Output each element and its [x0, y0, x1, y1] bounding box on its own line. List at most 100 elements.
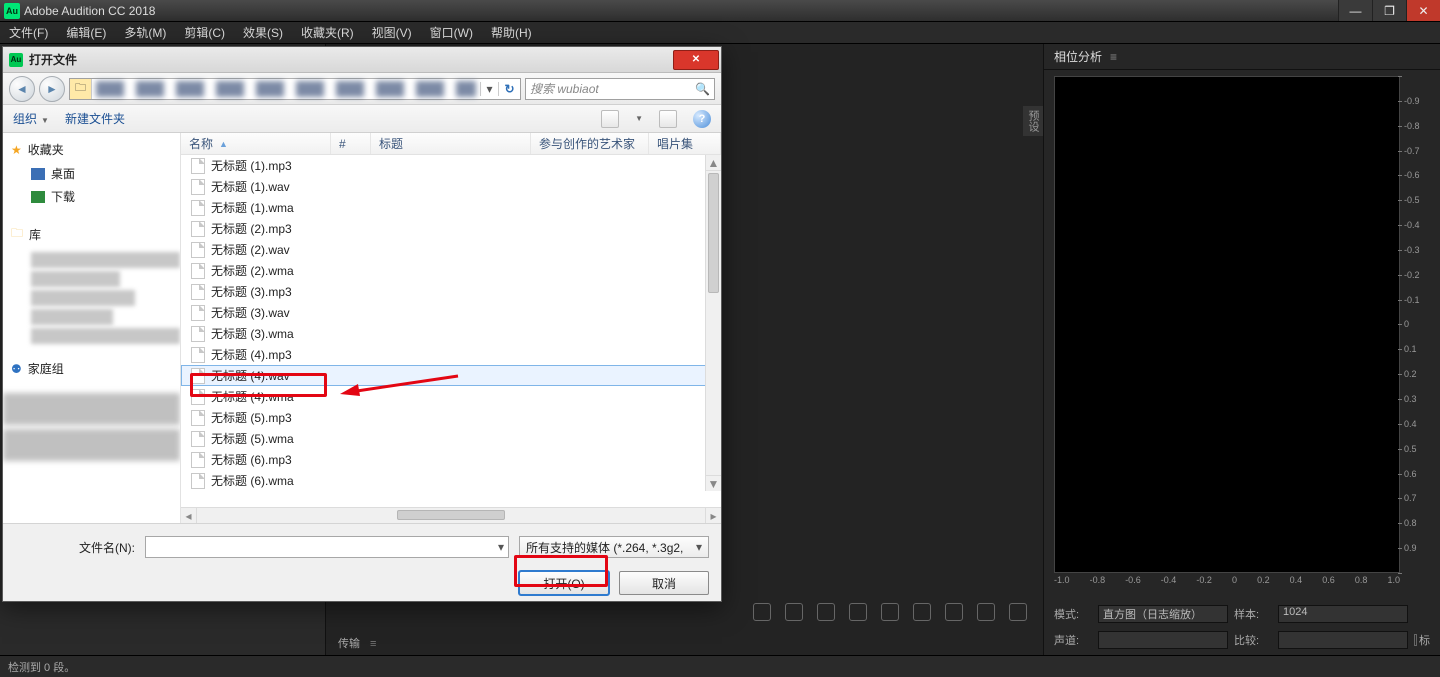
scroll-up-icon[interactable]: ▲	[706, 155, 721, 171]
zoom-tool-icon[interactable]	[1009, 603, 1027, 621]
phase-analysis-panel: 相位分析 ≡ -0.9-0.8-0.7-0.6-0.5-0.4-0.3-0.2-…	[1043, 44, 1440, 655]
scroll-left-icon[interactable]: ◂	[181, 508, 197, 523]
zoom-tool-icon[interactable]	[753, 603, 771, 621]
scroll-down-icon[interactable]: ▼	[706, 475, 721, 491]
menu-help[interactable]: 帮助(H)	[482, 22, 541, 43]
menu-view[interactable]: 视图(V)	[363, 22, 421, 43]
col-artist[interactable]: 参与创作的艺术家	[531, 133, 649, 154]
view-mode-button[interactable]	[601, 110, 619, 128]
nav-homegroup[interactable]: 家庭组	[28, 360, 64, 377]
file-row[interactable]: 无标题 (6).wma	[181, 470, 721, 491]
refresh-button[interactable]: ↻	[498, 82, 520, 96]
zoom-tool-icon[interactable]	[785, 603, 803, 621]
file-row[interactable]: 无标题 (2).mp3	[181, 218, 721, 239]
phase-panel-title: 相位分析	[1054, 48, 1102, 65]
mode-select[interactable]: 直方图（日志缩放）	[1098, 605, 1228, 623]
download-icon	[31, 191, 45, 203]
address-dropdown-icon[interactable]: ▾	[480, 82, 498, 96]
organize-menu[interactable]: 组织▼	[13, 110, 49, 127]
scroll-thumb[interactable]	[397, 510, 505, 520]
file-name: 无标题 (1).wma	[211, 199, 294, 216]
file-row[interactable]: 无标题 (3).wav	[181, 302, 721, 323]
file-row[interactable]: 无标题 (4).mp3	[181, 344, 721, 365]
col-name[interactable]: 名称▲	[181, 133, 331, 154]
zoom-tool-icon[interactable]	[977, 603, 995, 621]
zoom-tool-icon[interactable]	[945, 603, 963, 621]
col-album[interactable]: 唱片集	[649, 133, 721, 154]
nav-libraries[interactable]: 库	[29, 226, 41, 243]
menu-edit[interactable]: 编辑(E)	[57, 22, 115, 43]
preview-pane-button[interactable]	[659, 110, 677, 128]
channel-label: 声道:	[1054, 632, 1092, 648]
presets-tab[interactable]: 预设	[1023, 106, 1043, 136]
document-icon	[191, 326, 205, 342]
nav-back-button[interactable]: ◄	[9, 76, 35, 102]
hamburger-icon[interactable]: ≡	[370, 638, 377, 650]
scroll-right-icon[interactable]: ▸	[705, 508, 721, 523]
file-row[interactable]: 无标题 (4).wma	[181, 386, 721, 407]
document-icon	[191, 284, 205, 300]
app-icon: Au	[4, 3, 20, 19]
zoom-tool-icon[interactable]	[817, 603, 835, 621]
cancel-button[interactable]: 取消	[619, 571, 709, 595]
filename-input[interactable]: ▾	[145, 536, 509, 558]
help-icon[interactable]: ?	[693, 110, 711, 128]
dialog-title: 打开文件	[29, 51, 673, 68]
dropdown-icon[interactable]: ▾	[498, 540, 504, 554]
file-row[interactable]: 无标题 (1).wav	[181, 176, 721, 197]
mark-checkbox[interactable]	[1414, 634, 1417, 646]
document-icon	[191, 305, 205, 321]
open-button[interactable]: 打开(O)	[519, 571, 609, 595]
search-icon[interactable]: 🔍	[695, 82, 710, 96]
file-name: 无标题 (5).wma	[211, 430, 294, 447]
zoom-tool-icon[interactable]	[913, 603, 931, 621]
sample-select[interactable]: 1024	[1278, 605, 1408, 623]
file-name: 无标题 (2).wav	[211, 241, 290, 258]
file-row[interactable]: 无标题 (3).mp3	[181, 281, 721, 302]
close-button[interactable]: ✕	[1406, 0, 1440, 21]
file-name: 无标题 (3).wma	[211, 325, 294, 342]
file-row[interactable]: 无标题 (2).wav	[181, 239, 721, 260]
menu-effects[interactable]: 效果(S)	[234, 22, 292, 43]
folder-icon: 🗀	[70, 79, 92, 99]
menu-clip[interactable]: 剪辑(C)	[175, 22, 234, 43]
file-row[interactable]: 无标题 (2).wma	[181, 260, 721, 281]
dropdown-icon[interactable]: ▾	[696, 540, 702, 554]
menu-multitrack[interactable]: 多轨(M)	[115, 22, 175, 43]
minimize-button[interactable]: —	[1338, 0, 1372, 21]
file-row[interactable]: 无标题 (1).mp3	[181, 155, 721, 176]
file-name: 无标题 (4).wma	[211, 388, 294, 405]
channel-select[interactable]	[1098, 631, 1228, 649]
filename-label: 文件名(N):	[15, 539, 135, 556]
hamburger-icon[interactable]: ≡	[1110, 50, 1118, 64]
file-name: 无标题 (5).mp3	[211, 409, 292, 426]
horizontal-scrollbar[interactable]: ◂ ▸	[181, 507, 721, 523]
vertical-scrollbar[interactable]: ▲ ▼	[705, 155, 721, 491]
file-row[interactable]: 无标题 (6).mp3	[181, 449, 721, 470]
col-number[interactable]: #	[331, 133, 371, 154]
file-row[interactable]: 无标题 (5).mp3	[181, 407, 721, 428]
nav-favorites[interactable]: 收藏夹	[28, 141, 64, 158]
zoom-tool-icon[interactable]	[849, 603, 867, 621]
dialog-close-button[interactable]: ✕	[673, 50, 719, 70]
search-input[interactable]: 搜索 wubiaot 🔍	[525, 78, 715, 100]
file-row[interactable]: 无标题 (4).wav	[181, 365, 721, 386]
file-filter-select[interactable]: 所有支持的媒体 (*.264, *.3g2,▾	[519, 536, 709, 558]
nav-desktop[interactable]: 桌面	[3, 162, 180, 185]
zoom-tool-icon[interactable]	[881, 603, 899, 621]
nav-forward-button[interactable]: ►	[39, 76, 65, 102]
menu-window[interactable]: 窗口(W)	[421, 22, 482, 43]
new-folder-button[interactable]: 新建文件夹	[65, 110, 125, 127]
maximize-button[interactable]: ❐	[1372, 0, 1406, 21]
file-row[interactable]: 无标题 (1).wma	[181, 197, 721, 218]
file-row[interactable]: 无标题 (5).wma	[181, 428, 721, 449]
col-title[interactable]: 标题	[371, 133, 531, 154]
address-bar[interactable]: 🗀 ▾ ↻	[69, 78, 521, 100]
file-row[interactable]: 无标题 (3).wma	[181, 323, 721, 344]
scroll-thumb[interactable]	[708, 173, 719, 293]
file-list: 无标题 (1).mp3无标题 (1).wav 无标题 (1).wma 无标题 (2)…	[181, 155, 721, 507]
menu-favorites[interactable]: 收藏夹(R)	[292, 22, 363, 43]
compare-select[interactable]	[1278, 631, 1408, 649]
menu-file[interactable]: 文件(F)	[0, 22, 57, 43]
nav-downloads[interactable]: 下载	[3, 185, 180, 208]
